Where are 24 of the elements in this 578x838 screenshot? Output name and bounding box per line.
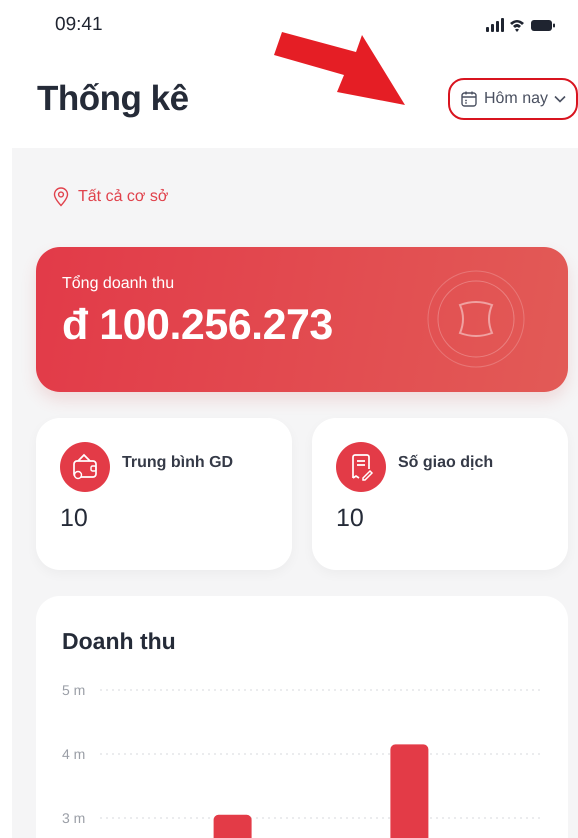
page-title: Thống kê <box>37 79 189 119</box>
signal-icon <box>486 18 504 32</box>
axis-label: 4 m <box>62 746 86 762</box>
wifi-icon <box>510 20 524 32</box>
stat-value: 10 <box>60 504 89 533</box>
chart-title: Doanh thu <box>62 628 177 655</box>
axis-label: 5 m <box>62 682 86 698</box>
revenue-value: đ 100.256.273 <box>62 301 334 350</box>
stat-value: 10 <box>336 504 365 533</box>
chevron-down-icon <box>554 95 566 103</box>
status-time: 09:41 <box>55 14 103 36</box>
receipt-icon <box>336 442 386 492</box>
chart-bar <box>214 814 252 838</box>
revenue-label: Tổng doanh thu <box>62 275 176 293</box>
battery-icon <box>531 20 555 31</box>
stat-label: Trung bình GD <box>122 454 234 472</box>
stat-label: Số giao dịch <box>398 454 494 472</box>
wallet-icon <box>60 442 110 492</box>
coin-icon <box>426 269 526 369</box>
calendar-icon <box>460 90 478 108</box>
location-filter[interactable]: Tất cả cơ sở <box>36 148 168 220</box>
date-filter-button[interactable]: Hôm nay <box>448 78 578 120</box>
axis-label: 3 m <box>62 810 86 826</box>
location-pin-icon <box>52 187 70 207</box>
